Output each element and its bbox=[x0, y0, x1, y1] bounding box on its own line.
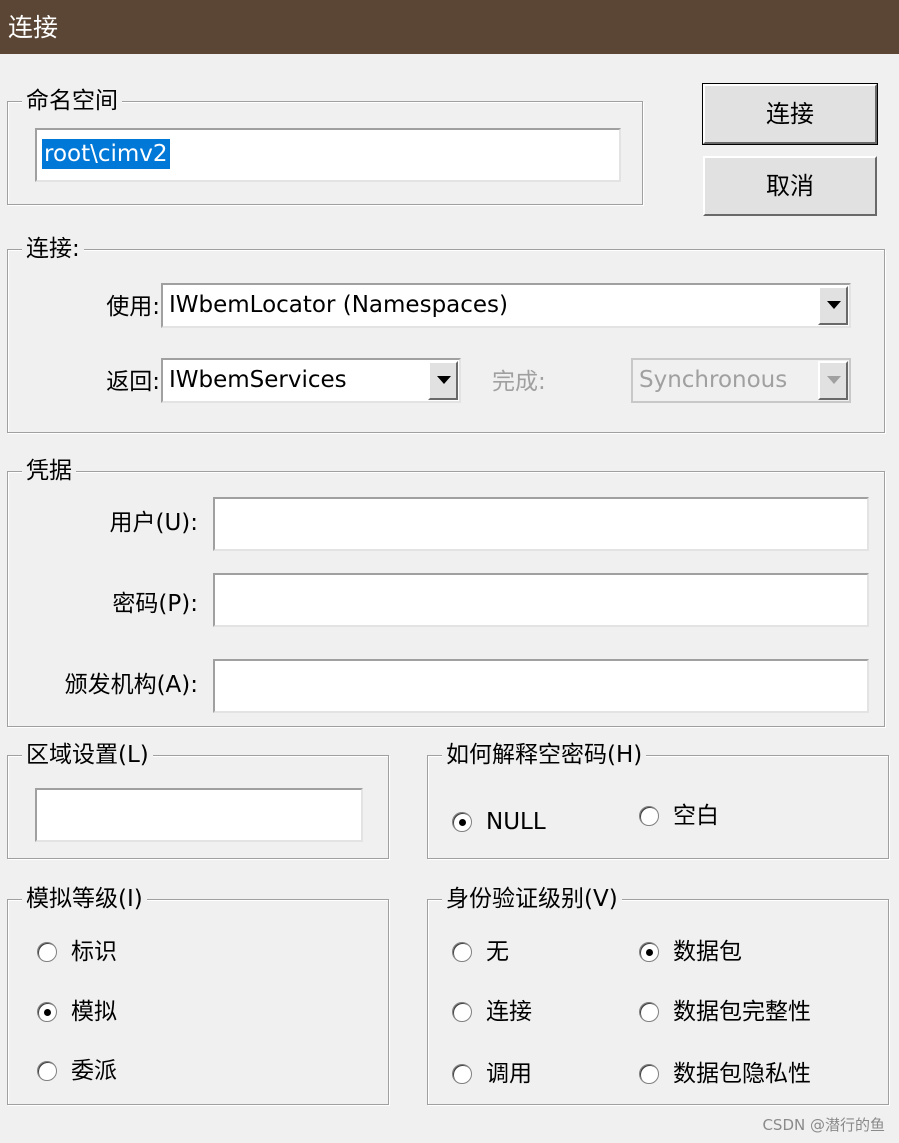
radio-auth-packet-label: 数据包 bbox=[673, 939, 742, 965]
complete-label: 完成: bbox=[492, 369, 546, 395]
radio-button[interactable] bbox=[452, 942, 472, 962]
connection-legend: 连接: bbox=[22, 233, 84, 265]
impersonation-group: 模拟等级(I) 标识 模拟 委派 bbox=[7, 883, 389, 1105]
use-select-value: IWbemLocator (Namespaces) bbox=[169, 292, 509, 318]
connect-button[interactable]: 连接 bbox=[702, 83, 878, 145]
title-bar: 连接 bbox=[0, 0, 899, 54]
radio-button[interactable] bbox=[639, 1002, 659, 1022]
radio-auth-none-label: 无 bbox=[486, 939, 509, 965]
locale-input[interactable] bbox=[35, 788, 363, 842]
namespace-legend: 命名空间 bbox=[22, 85, 122, 117]
connection-group: 连接: 使用: IWbemLocator (Namespaces) 返回: IW… bbox=[7, 233, 885, 433]
namespace-input[interactable]: root\cimv2 bbox=[35, 128, 621, 182]
radio-impersonate-label: 模拟 bbox=[71, 999, 117, 1025]
radio-button[interactable] bbox=[37, 1002, 57, 1022]
null-password-legend: 如何解释空密码(H) bbox=[442, 739, 647, 771]
authentication-group: 身份验证级别(V) 无 数据包 连接 数据包完整性 调用 数据包隐私性 bbox=[427, 883, 889, 1105]
radio-auth-connect-label: 连接 bbox=[486, 999, 532, 1025]
credentials-legend: 凭据 bbox=[22, 455, 76, 487]
return-select-value: IWbemServices bbox=[169, 367, 347, 393]
radio-button[interactable] bbox=[639, 1064, 659, 1084]
radio-auth-packet-integrity-label: 数据包完整性 bbox=[673, 999, 811, 1025]
return-label: 返回: bbox=[106, 369, 160, 395]
chevron-down-icon bbox=[818, 361, 848, 400]
radio-button[interactable] bbox=[639, 806, 659, 826]
radio-auth-call-label: 调用 bbox=[486, 1061, 532, 1087]
user-label: 用户(U): bbox=[109, 510, 198, 536]
use-select[interactable]: IWbemLocator (Namespaces) bbox=[161, 283, 851, 328]
radio-identify-label: 标识 bbox=[71, 939, 117, 965]
connect-button-label: 连接 bbox=[766, 100, 814, 128]
locale-legend: 区域设置(L) bbox=[22, 739, 153, 771]
watermark: CSDN @潜行的鱼 bbox=[762, 1116, 885, 1134]
credentials-group: 凭据 用户(U): 密码(P): 颁发机构(A): bbox=[7, 455, 885, 727]
namespace-value: root\cimv2 bbox=[42, 139, 170, 169]
radio-button[interactable] bbox=[452, 812, 472, 832]
radio-delegate-label: 委派 bbox=[71, 1058, 117, 1084]
authority-label: 颁发机构(A): bbox=[64, 672, 198, 698]
cancel-button-label: 取消 bbox=[766, 172, 814, 200]
user-field[interactable] bbox=[213, 497, 869, 551]
cancel-button[interactable]: 取消 bbox=[703, 156, 877, 216]
radio-button[interactable] bbox=[452, 1064, 472, 1084]
return-select[interactable]: IWbemServices bbox=[161, 358, 461, 403]
authority-field[interactable] bbox=[213, 659, 869, 713]
window-title: 连接 bbox=[8, 13, 59, 42]
radio-button[interactable] bbox=[37, 1061, 57, 1081]
radio-button[interactable] bbox=[639, 942, 659, 962]
radio-blank-label: 空白 bbox=[673, 803, 719, 829]
complete-select: Synchronous bbox=[631, 358, 851, 403]
namespace-group: 命名空间 root\cimv2 bbox=[7, 85, 643, 205]
radio-button[interactable] bbox=[37, 942, 57, 962]
locale-group: 区域设置(L) bbox=[7, 739, 389, 859]
chevron-down-icon[interactable] bbox=[428, 361, 458, 400]
password-label: 密码(P): bbox=[112, 591, 198, 617]
radio-auth-packet-privacy-label: 数据包隐私性 bbox=[673, 1061, 811, 1087]
password-field[interactable] bbox=[213, 573, 869, 627]
null-password-group: 如何解释空密码(H) NULL 空白 bbox=[427, 739, 889, 859]
use-label: 使用: bbox=[106, 294, 160, 320]
radio-button[interactable] bbox=[452, 1002, 472, 1022]
radio-null-label: NULL bbox=[486, 809, 546, 835]
complete-select-value: Synchronous bbox=[639, 367, 788, 393]
impersonation-legend: 模拟等级(I) bbox=[22, 883, 147, 915]
authentication-legend: 身份验证级别(V) bbox=[442, 883, 622, 915]
chevron-down-icon[interactable] bbox=[818, 286, 848, 325]
